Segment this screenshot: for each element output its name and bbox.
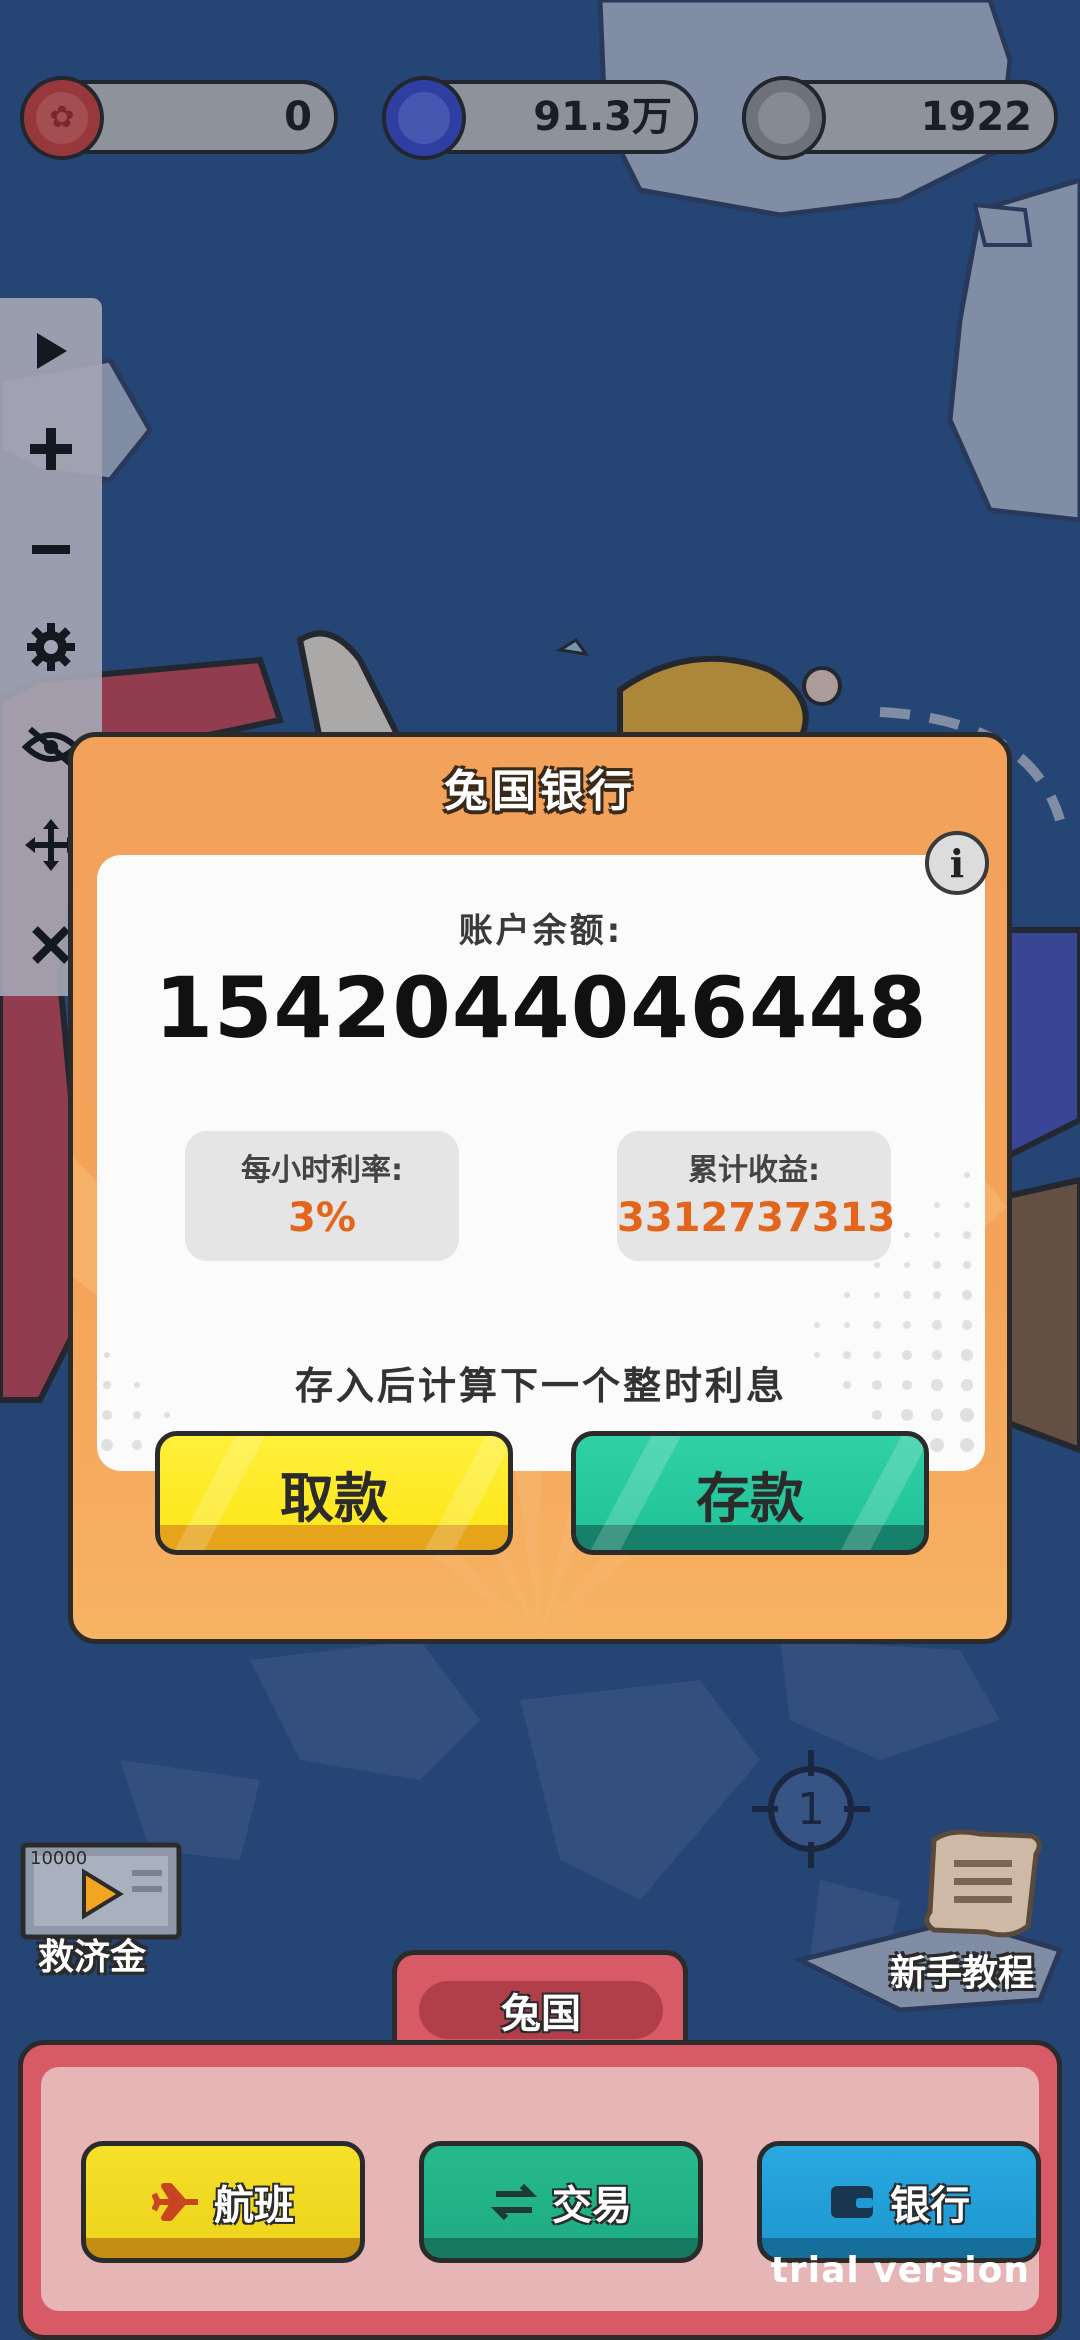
total-earnings-value: 3312737313 <box>617 1195 896 1241</box>
exchange-arrows-icon <box>490 2183 538 2221</box>
crosshair-marker-icon[interactable]: 1 <box>752 1750 870 1868</box>
info-button[interactable]: i <box>925 831 989 895</box>
hourly-rate-box: 每小时利率: 3% <box>185 1131 459 1261</box>
crosshair-number: 1 <box>797 1784 825 1835</box>
balance-label: 账户余额: <box>458 911 624 951</box>
relief-fund-button[interactable]: 10000 <box>20 1842 182 1942</box>
airplane-icon <box>152 2183 198 2221</box>
bank-button[interactable]: 银行 <box>757 2141 1041 2263</box>
info-icon: i <box>949 840 965 886</box>
hourly-rate-label: 每小时利率: <box>241 1153 403 1188</box>
relief-amount: 10000 <box>30 1848 88 1869</box>
balance-value: 1542044046448 <box>154 959 928 1057</box>
account-panel: i 账户余额: 1542044046448 每小时利率: 3% 累计收益: 33… <box>97 831 989 1471</box>
region-name: 兔国 <box>419 1981 663 2039</box>
total-earnings-box: 累计收益: 3312737313 <box>617 1131 896 1261</box>
wallet-icon <box>831 2186 873 2218</box>
hourly-rate-value: 3% <box>288 1195 356 1241</box>
trade-label: 交易 <box>552 2183 632 2229</box>
withdraw-label: 取款 <box>280 1466 388 1530</box>
interest-hint: 存入后计算下一个整时利息 <box>294 1364 787 1408</box>
deposit-button[interactable]: 存款 <box>571 1431 929 1555</box>
scroll-tutorial-icon[interactable] <box>920 1826 1046 1942</box>
flight-button[interactable]: 航班 <box>81 2141 365 2263</box>
bank-label: 银行 <box>890 2183 970 2229</box>
bottom-menu-panel: 航班 交易 银行 <box>18 2040 1062 2340</box>
trade-button[interactable]: 交易 <box>419 2141 703 2263</box>
dialog-title: 兔国银行 <box>444 766 636 817</box>
relief-fund-label: 救济金 <box>38 1937 147 1978</box>
deposit-label: 存款 <box>696 1466 804 1530</box>
flight-label: 航班 <box>214 2183 294 2229</box>
bank-dialog: 兔国银行 i 账户余额: 1542044046448 每小时利率: 3% 累计收… <box>68 732 1012 1644</box>
tutorial-label[interactable]: 新手教程 <box>890 1944 1034 1996</box>
withdraw-button[interactable]: 取款 <box>155 1431 513 1555</box>
total-earnings-label: 累计收益: <box>688 1153 820 1188</box>
trial-version-watermark: trial version <box>770 2250 1030 2291</box>
